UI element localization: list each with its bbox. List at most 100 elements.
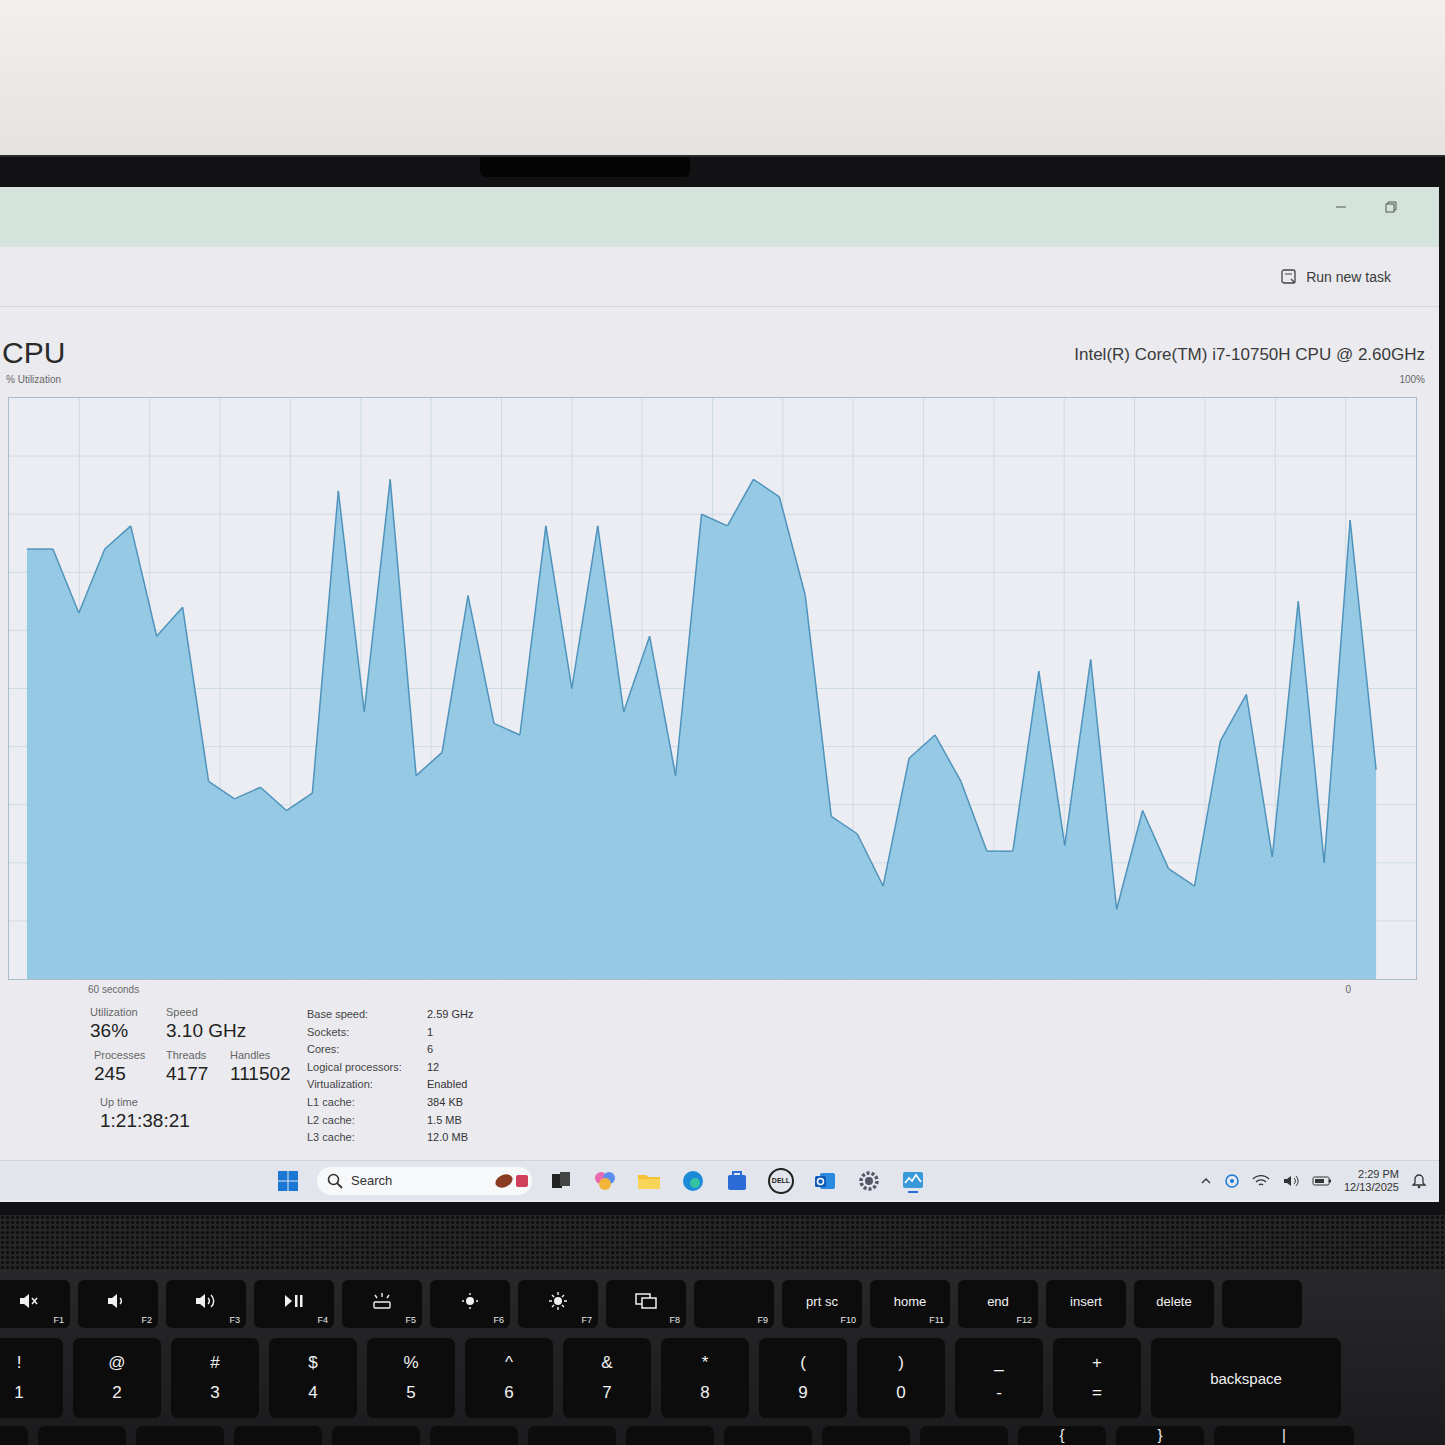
battery-icon[interactable] — [1312, 1175, 1332, 1187]
number-key[interactable]: $4 — [269, 1338, 357, 1418]
number-key[interactable]: *8 — [661, 1338, 749, 1418]
time[interactable]: 2:29 PM — [1358, 1168, 1399, 1181]
fn-label[interactable]: F1 — [53, 1315, 64, 1325]
date[interactable]: 12/13/2025 — [1344, 1181, 1399, 1194]
function-key[interactable]: insert — [1046, 1280, 1126, 1328]
function-key[interactable]: delete — [1134, 1280, 1214, 1328]
number-key[interactable]: !1 — [0, 1338, 63, 1418]
letter-key[interactable] — [38, 1426, 126, 1445]
key-top[interactable]: + — [1092, 1353, 1102, 1373]
fn-label[interactable]: F11 — [929, 1315, 944, 1325]
taskbar-app[interactable] — [546, 1166, 576, 1196]
key-bottom[interactable]: 5 — [406, 1383, 415, 1403]
key-bottom[interactable]: 2 — [112, 1383, 121, 1403]
letter-key[interactable] — [234, 1426, 322, 1445]
letter-key[interactable] — [430, 1426, 518, 1445]
function-key[interactable]: F4 — [254, 1280, 334, 1328]
number-key[interactable]: &7 — [563, 1338, 651, 1418]
key-bottom[interactable]: - — [996, 1383, 1002, 1403]
bracket-key[interactable]: } — [1116, 1426, 1204, 1445]
key-bottom[interactable]: 0 — [896, 1383, 905, 1403]
function-key[interactable]: F8 — [606, 1280, 686, 1328]
key-top[interactable]: ! — [17, 1353, 22, 1373]
function-key[interactable]: F7 — [518, 1280, 598, 1328]
function-key[interactable]: F1 — [0, 1280, 70, 1328]
key-top[interactable]: $ — [308, 1353, 317, 1373]
fn-label[interactable]: F4 — [317, 1315, 328, 1325]
function-key[interactable]: homeF11 — [870, 1280, 950, 1328]
number-key[interactable]: #3 — [171, 1338, 259, 1418]
key-top[interactable]: # — [210, 1353, 219, 1373]
run-new-task-label[interactable]: Run new task — [1306, 269, 1391, 285]
number-key[interactable]: _- — [955, 1338, 1043, 1418]
taskbar-app[interactable] — [634, 1166, 664, 1196]
fn-label[interactable]: F10 — [840, 1315, 856, 1325]
key-top[interactable]: { — [1059, 1426, 1064, 1443]
key-label[interactable]: prt sc — [806, 1294, 838, 1309]
key-bottom[interactable]: 3 — [210, 1383, 219, 1403]
letter-key[interactable] — [822, 1426, 910, 1445]
letter-key[interactable] — [136, 1426, 224, 1445]
letter-key[interactable] — [920, 1426, 1008, 1445]
letter-key[interactable] — [724, 1426, 812, 1445]
key-bottom[interactable]: 6 — [504, 1383, 513, 1403]
taskbar-app[interactable] — [854, 1166, 884, 1196]
wifi-icon[interactable] — [1252, 1174, 1270, 1188]
function-key[interactable]: F2 — [78, 1280, 158, 1328]
function-key[interactable]: end F12 — [958, 1280, 1038, 1328]
taskbar-app[interactable]: DELL — [766, 1166, 796, 1196]
fn-label[interactable]: F6 — [493, 1315, 504, 1325]
key-label[interactable]: end — [987, 1294, 1009, 1309]
fn-label[interactable]: F8 — [669, 1315, 680, 1325]
key-top[interactable]: & — [601, 1353, 612, 1373]
bracket-key[interactable]: | — [1214, 1426, 1354, 1445]
search-box[interactable]: Search — [317, 1167, 532, 1195]
run-new-task-button[interactable]: Run new task — [1280, 268, 1391, 286]
number-key[interactable]: ^6 — [465, 1338, 553, 1418]
network-icon[interactable] — [1224, 1173, 1240, 1189]
backspace-key[interactable]: backspace — [1151, 1338, 1341, 1418]
fn-label[interactable]: F3 — [229, 1315, 240, 1325]
key-top[interactable]: | — [1282, 1426, 1286, 1443]
taskbar-app[interactable] — [722, 1166, 752, 1196]
chevron-icon[interactable] — [1200, 1175, 1212, 1187]
fn-label[interactable]: F5 — [405, 1315, 416, 1325]
key-bottom[interactable]: 4 — [308, 1383, 317, 1403]
fn-label[interactable]: F12 — [1016, 1315, 1032, 1325]
number-key[interactable]: %5 — [367, 1338, 455, 1418]
key-bottom[interactable]: 9 — [798, 1383, 807, 1403]
function-key[interactable]: F9 — [694, 1280, 774, 1328]
function-key[interactable] — [1222, 1280, 1302, 1328]
key-bottom[interactable]: 1 — [14, 1383, 23, 1403]
fn-label[interactable]: F9 — [757, 1315, 768, 1325]
key-bottom[interactable]: 8 — [700, 1383, 709, 1403]
taskbar-app[interactable] — [590, 1166, 620, 1196]
function-key[interactable]: F3 — [166, 1280, 246, 1328]
number-key[interactable]: @2 — [73, 1338, 161, 1418]
key-bottom[interactable]: 7 — [602, 1383, 611, 1403]
minimize-icon[interactable] — [1333, 199, 1349, 215]
key-top[interactable]: % — [403, 1353, 418, 1373]
number-key[interactable]: += — [1053, 1338, 1141, 1418]
restore-icon[interactable] — [1383, 199, 1399, 215]
volume-icon[interactable] — [1282, 1174, 1300, 1188]
key-top[interactable]: ) — [898, 1353, 904, 1373]
key-label[interactable]: backspace — [1210, 1370, 1282, 1387]
function-key[interactable]: F6 — [430, 1280, 510, 1328]
taskbar-app[interactable] — [898, 1166, 928, 1196]
key-top[interactable]: _ — [994, 1353, 1003, 1373]
key-top[interactable]: @ — [108, 1353, 125, 1373]
function-key[interactable]: prt scF10 — [782, 1280, 862, 1328]
key-label[interactable]: delete — [1156, 1294, 1191, 1309]
letter-key[interactable] — [528, 1426, 616, 1445]
function-key[interactable]: F5 — [342, 1280, 422, 1328]
key-label[interactable]: insert — [1070, 1294, 1102, 1309]
fn-label[interactable]: F7 — [581, 1315, 592, 1325]
clock[interactable]: 2:29 PM12/13/2025 — [1344, 1168, 1399, 1194]
start-button[interactable] — [273, 1166, 303, 1196]
number-key[interactable]: (9 — [759, 1338, 847, 1418]
taskbar-app[interactable] — [810, 1166, 840, 1196]
key-top[interactable]: } — [1157, 1426, 1162, 1443]
key-top[interactable]: * — [702, 1353, 709, 1373]
key-top[interactable]: ( — [800, 1353, 806, 1373]
